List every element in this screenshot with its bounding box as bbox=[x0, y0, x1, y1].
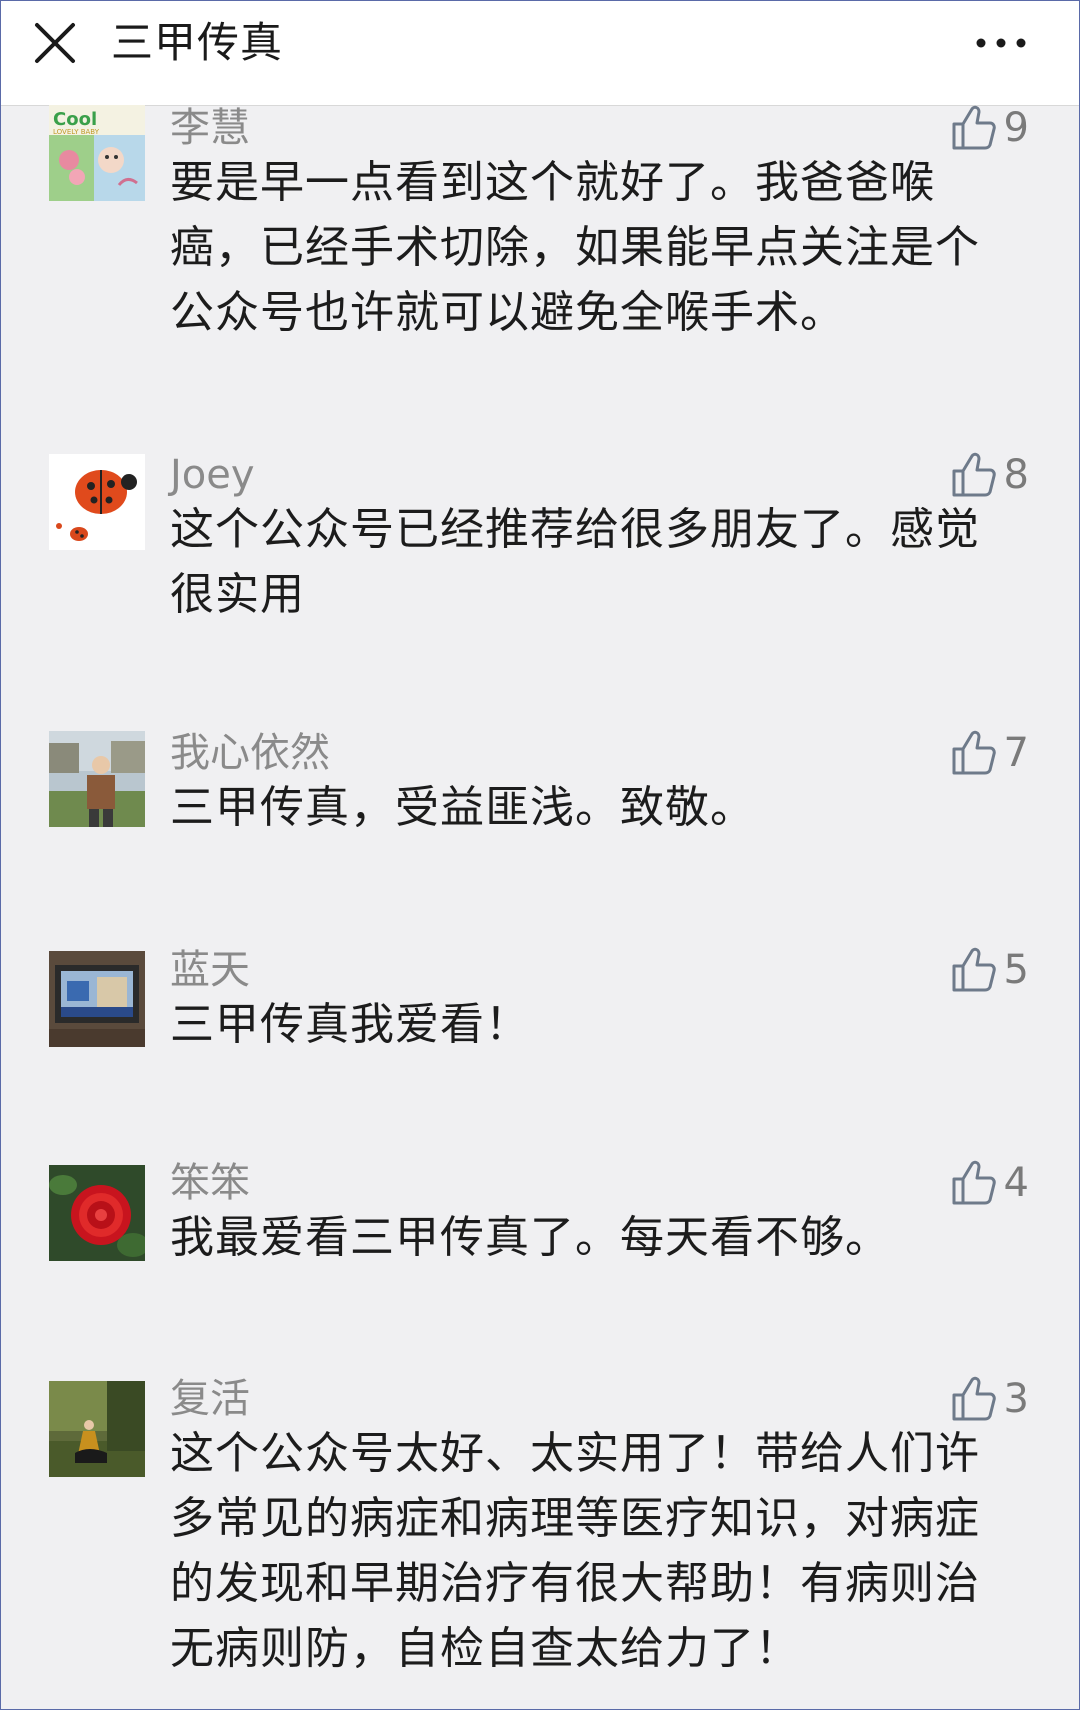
avatar[interactable] bbox=[49, 731, 145, 827]
svg-text:Cool: Cool bbox=[53, 109, 97, 130]
comment-author: 李慧 bbox=[170, 105, 250, 151]
page-title: 三甲传真 bbox=[111, 18, 284, 67]
comment-author: 复活 bbox=[170, 1376, 250, 1422]
like-button[interactable]: 3 bbox=[950, 1373, 1029, 1425]
avatar[interactable] bbox=[49, 951, 145, 1047]
thumbs-up-icon bbox=[952, 947, 996, 992]
thumbs-up-icon bbox=[952, 730, 996, 775]
like-button[interactable]: 8 bbox=[950, 449, 1029, 501]
like-count: 9 bbox=[1003, 105, 1029, 151]
svg-text:LOVELY BABY: LOVELY BABY bbox=[53, 128, 100, 136]
comment-text: 我最爱看三甲传真了。每天看不够。 bbox=[170, 1212, 890, 1263]
thumbs-up-icon bbox=[952, 1160, 996, 1205]
comment-author: 笨笨 bbox=[170, 1160, 250, 1206]
like-button[interactable]: 4 bbox=[950, 1157, 1029, 1209]
avatar[interactable] bbox=[49, 1381, 145, 1477]
comment-author: 我心依然 bbox=[170, 730, 330, 776]
like-count: 4 bbox=[1003, 1160, 1029, 1206]
like-button[interactable]: 7 bbox=[950, 727, 1029, 779]
avatar[interactable]: Cool LOVELY BABY bbox=[49, 105, 145, 201]
comment-text: 这个公众号已经推荐给很多朋友了。感觉很实用 bbox=[170, 504, 980, 620]
avatar[interactable] bbox=[49, 454, 145, 550]
avatar[interactable] bbox=[49, 1165, 145, 1261]
close-button[interactable] bbox=[29, 17, 81, 69]
more-icon bbox=[976, 38, 1026, 48]
app-window: 三甲传真 Cool LOVELY BABY 李慧 9 要是早一点看到这个就好了。… bbox=[0, 0, 1080, 1710]
comment-text: 三甲传真我爱看！ bbox=[170, 999, 530, 1050]
thumbs-up-icon bbox=[952, 105, 996, 150]
comment-text: 这个公众号太好、太实用了！带给人们许多常见的病症和病理等医疗知识，对病症的发现和… bbox=[170, 1428, 980, 1674]
like-count: 5 bbox=[1003, 947, 1029, 993]
more-button[interactable] bbox=[971, 23, 1031, 63]
comment-author: Joey bbox=[170, 452, 255, 498]
like-count: 8 bbox=[1003, 452, 1029, 498]
comment-author: 蓝天 bbox=[170, 947, 250, 993]
comment-text: 三甲传真，受益匪浅。致敬。 bbox=[170, 782, 755, 833]
top-bar: 三甲传真 bbox=[1, 1, 1079, 106]
comment-text: 要是早一点看到这个就好了。我爸爸喉癌，已经手术切除，如果能早点关注是个公众号也许… bbox=[170, 157, 980, 338]
like-button[interactable]: 9 bbox=[950, 102, 1029, 154]
thumbs-up-icon bbox=[952, 452, 996, 497]
close-icon bbox=[35, 23, 75, 63]
like-count: 3 bbox=[1003, 1376, 1029, 1422]
like-button[interactable]: 5 bbox=[950, 944, 1029, 996]
thumbs-up-icon bbox=[952, 1376, 996, 1421]
like-count: 7 bbox=[1003, 730, 1029, 776]
